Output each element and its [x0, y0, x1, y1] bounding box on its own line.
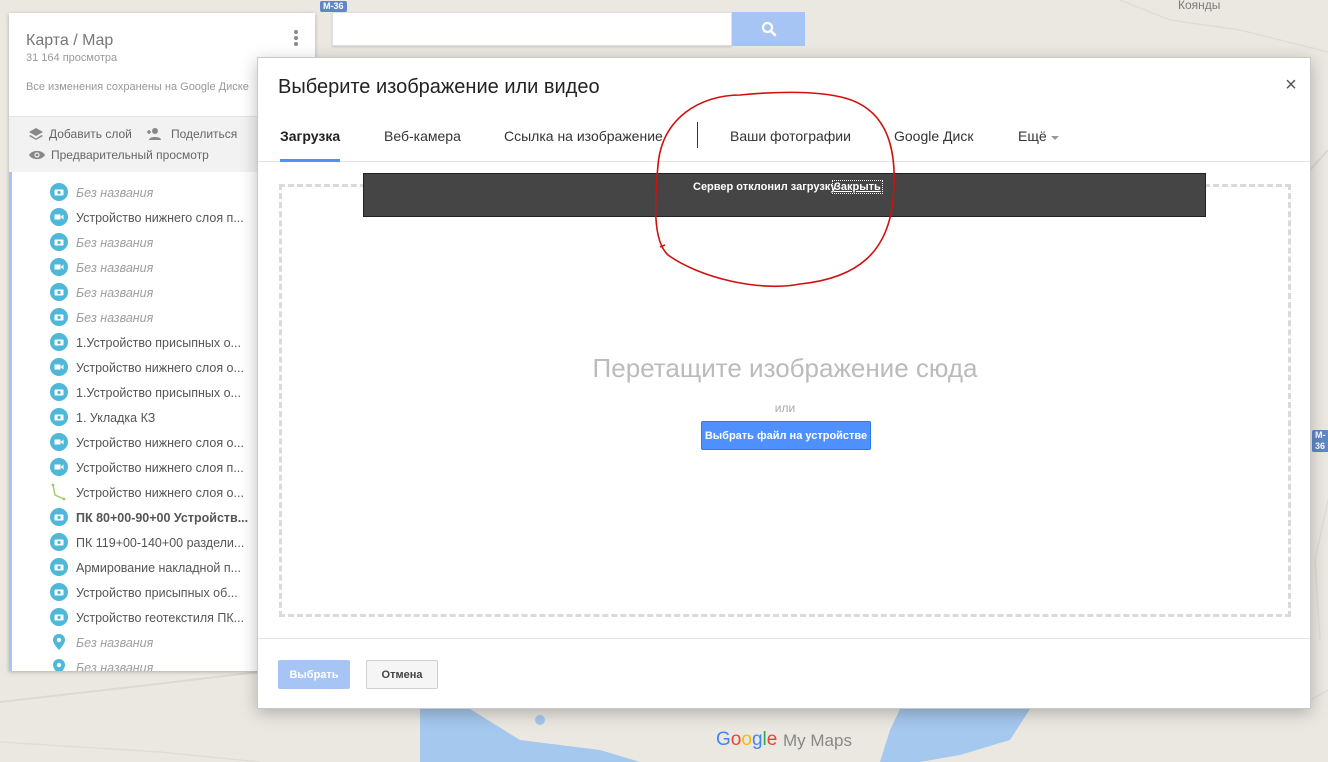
camera-icon — [50, 508, 68, 526]
list-item-label: Без названия — [76, 285, 154, 300]
list-item-label: Устройство геотекстиля ПК... — [76, 610, 245, 625]
error-close-link[interactable]: Закрыть — [832, 180, 883, 194]
camera-icon — [50, 533, 68, 551]
camera-icon — [50, 308, 68, 326]
list-item-label: 1.Устройство присыпных о... — [76, 335, 241, 350]
list-item-label: Устройство нижнего слоя о... — [76, 485, 244, 500]
google-logo: Google — [716, 729, 777, 751]
pin-icon — [50, 658, 68, 671]
add-layer-label: Добавить слой — [49, 127, 132, 141]
camera-icon — [50, 608, 68, 626]
camera-icon — [50, 183, 68, 201]
dialog-tabs: Загрузка Веб-камера Ссылка на изображени… — [258, 120, 1310, 162]
list-item-label: Без названия — [76, 660, 154, 672]
preview-button[interactable]: Предварительный просмотр — [28, 148, 209, 162]
list-item-label: Устройство нижнего слоя о... — [76, 435, 244, 450]
close-icon[interactable]: × — [1282, 75, 1300, 95]
list-item-label: Без названия — [76, 235, 154, 250]
video-icon — [50, 208, 68, 226]
camera-icon — [50, 408, 68, 426]
tab-webcam[interactable]: Веб-камера — [384, 128, 461, 162]
pin-icon — [50, 633, 68, 651]
preview-label: Предварительный просмотр — [51, 148, 209, 162]
tab-image-url[interactable]: Ссылка на изображение — [504, 128, 663, 162]
list-item-label: Без названия — [76, 635, 154, 650]
camera-icon — [50, 283, 68, 301]
camera-icon — [50, 233, 68, 251]
map-title[interactable]: Карта / Map — [26, 32, 113, 50]
search-icon — [761, 21, 776, 37]
drop-zone[interactable]: Перетащите изображение сюда или Выбрать … — [279, 184, 1291, 617]
video-icon — [50, 433, 68, 451]
error-message: Сервер отклонил загрузку — [693, 181, 837, 193]
add-layer-button[interactable]: Добавить слой — [28, 127, 132, 141]
video-icon — [50, 358, 68, 376]
search-button[interactable] — [732, 12, 805, 46]
logo-letter: e — [766, 729, 778, 750]
tab-google-drive[interactable]: Google Диск — [894, 128, 973, 162]
list-item-label: Устройство нижнего слоя о... — [76, 360, 244, 375]
image-picker-dialog: Выберите изображение или видео × Загрузк… — [257, 57, 1311, 709]
list-item-label: ПК 119+00-140+00 раздели... — [76, 535, 245, 550]
chevron-down-icon — [1050, 136, 1059, 140]
drop-zone-or: или — [774, 401, 796, 415]
error-banner: Сервер отклонил загрузку Закрыть — [363, 173, 1206, 217]
list-item-label: Устройство присыпных об... — [76, 585, 238, 600]
layers-icon — [29, 128, 43, 140]
list-item-label: Без названия — [76, 185, 154, 200]
dialog-title: Выберите изображение или видео — [278, 76, 600, 98]
road-shield-m36: M-36 — [320, 1, 347, 12]
drop-zone-headline: Перетащите изображение сюда — [592, 353, 978, 383]
select-button[interactable]: Выбрать — [278, 660, 350, 689]
list-item-label: ПК 80+00-90+00 Устройств... — [76, 510, 249, 525]
tab-upload[interactable]: Загрузка — [280, 128, 341, 162]
saved-status: Все изменения сохранены на Google Диске — [26, 81, 249, 93]
place-label: Коянды — [1178, 0, 1221, 12]
list-item-label: Армирование накладной п... — [76, 560, 242, 575]
tab-more[interactable]: Ещё — [1018, 128, 1059, 162]
list-item-label: Устройство нижнего слоя п... — [76, 210, 244, 225]
camera-icon — [50, 383, 68, 401]
search-input[interactable] — [332, 12, 732, 46]
my-maps-wordmark: My Maps — [783, 731, 852, 750]
share-label: Поделиться — [171, 127, 238, 141]
logo-letter: o — [730, 729, 742, 750]
logo-letter: g — [751, 729, 763, 750]
tab-divider — [697, 122, 698, 148]
logo-letter: o — [741, 729, 752, 750]
share-button[interactable]: Поделиться — [146, 127, 237, 141]
tab-more-label: Ещё — [1018, 128, 1047, 144]
logo-letter: G — [716, 729, 731, 750]
choose-file-button[interactable]: Выбрать файл на устройстве — [701, 421, 871, 450]
list-item-label: 1. Укладка КЗ — [76, 410, 156, 425]
list-item-label: Без названия — [76, 260, 154, 275]
dialog-footer: Выбрать Отмена — [258, 638, 1310, 708]
cancel-button[interactable]: Отмена — [366, 660, 438, 689]
camera-icon — [50, 558, 68, 576]
tab-your-photos[interactable]: Ваши фотографии — [730, 128, 851, 162]
camera-icon — [50, 333, 68, 351]
list-item-label: Устройство нижнего слоя п... — [76, 460, 244, 475]
video-icon — [50, 458, 68, 476]
video-icon — [50, 258, 68, 276]
line-icon — [50, 483, 68, 501]
camera-icon — [50, 583, 68, 601]
map-view-count: 31 164 просмотра — [26, 52, 118, 64]
add-person-icon — [147, 128, 161, 140]
list-item-label: Без названия — [76, 310, 154, 325]
more-options-icon[interactable] — [291, 30, 301, 50]
road-shield-m36-east: M-36 — [1312, 430, 1328, 452]
eye-icon — [29, 150, 45, 160]
list-item-label: 1.Устройство присыпных о... — [76, 385, 241, 400]
